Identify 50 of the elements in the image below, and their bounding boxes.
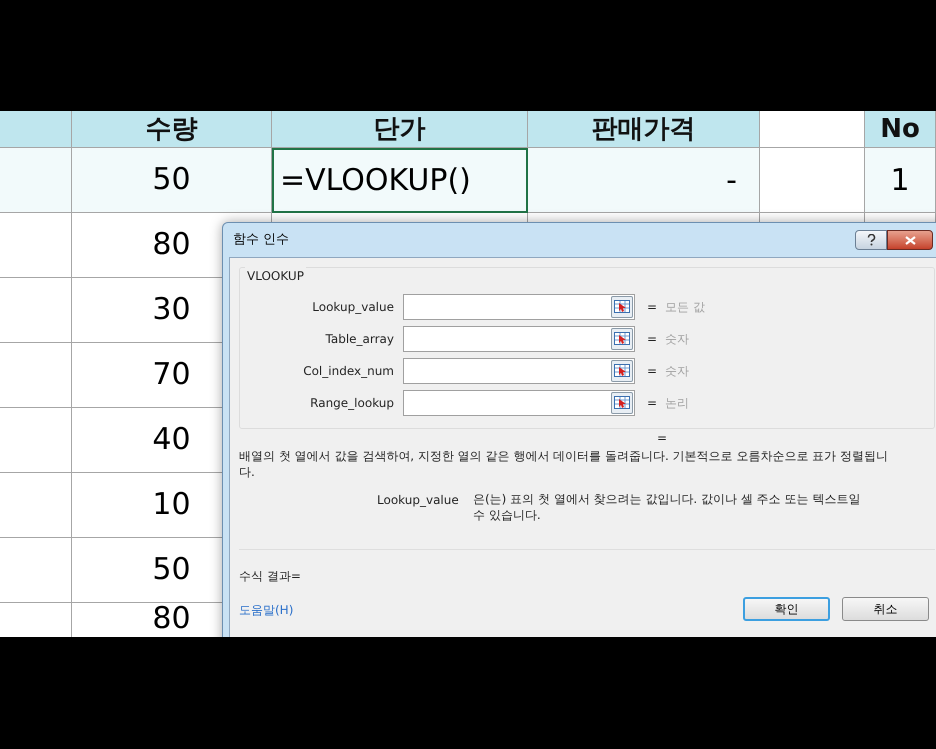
table-cell: 1 (865, 148, 936, 213)
table-cell (0, 278, 72, 343)
equals-sign: = (647, 362, 658, 380)
column-header: 수량 (72, 111, 272, 148)
table-cell (0, 538, 72, 603)
argument-field[interactable] (403, 294, 635, 320)
argument-label: Col_index_num (302, 362, 395, 380)
range-picker-button[interactable] (611, 296, 633, 318)
table-cell: - (528, 148, 760, 213)
help-link[interactable]: 도움말(H) (239, 601, 294, 619)
table-cell (0, 408, 72, 473)
table-cell (0, 343, 72, 408)
range-picker-button[interactable] (611, 328, 633, 350)
close-icon (904, 236, 916, 244)
collapse-dialog-icon (614, 396, 630, 409)
column-header: 판매가격 (528, 111, 760, 148)
equals-sign: = (647, 298, 658, 316)
dialog-button[interactable]: 취소 (842, 597, 929, 621)
table-cell: =VLOOKUP() (272, 148, 528, 213)
collapse-dialog-icon (614, 300, 630, 313)
argument-hint: 모든 값 (665, 298, 705, 316)
argument-hint: 논리 (665, 394, 690, 412)
argument-label: Lookup_value (311, 298, 395, 316)
equals-sign: = (647, 330, 658, 348)
range-picker-button[interactable] (611, 360, 633, 382)
range-picker-button[interactable] (611, 392, 633, 414)
argument-hint: 숫자 (665, 362, 690, 380)
help-icon (866, 234, 876, 246)
collapse-dialog-icon (614, 364, 630, 377)
argument-field[interactable] (403, 326, 635, 352)
close-button[interactable] (887, 230, 933, 250)
table-cell (0, 213, 72, 278)
argument-label: Table_array (324, 330, 395, 348)
table-cell (0, 473, 72, 538)
argument-label: Range_lookup (309, 394, 395, 412)
equals-sign: = (647, 394, 658, 412)
column-header: 단가 (272, 111, 528, 148)
argument-hint: 숫자 (665, 330, 690, 348)
table-cell (0, 148, 72, 213)
argument-name: Lookup_value (377, 492, 460, 509)
column-header: No (865, 111, 936, 148)
help-button[interactable] (855, 230, 887, 250)
argument-description: 은(는) 표의 첫 열에서 찾으려는 값입니다. 값이나 셀 주소 또는 텍스트일 수 있습니다. (473, 491, 862, 523)
argument-field[interactable] (403, 390, 635, 416)
table-cell (0, 111, 72, 148)
result-equals: = (657, 431, 668, 445)
argument-field[interactable] (403, 358, 635, 384)
collapse-dialog-icon (614, 332, 630, 345)
table-cell: 50 (72, 148, 272, 213)
dialog-button[interactable]: 확인 (743, 597, 830, 621)
